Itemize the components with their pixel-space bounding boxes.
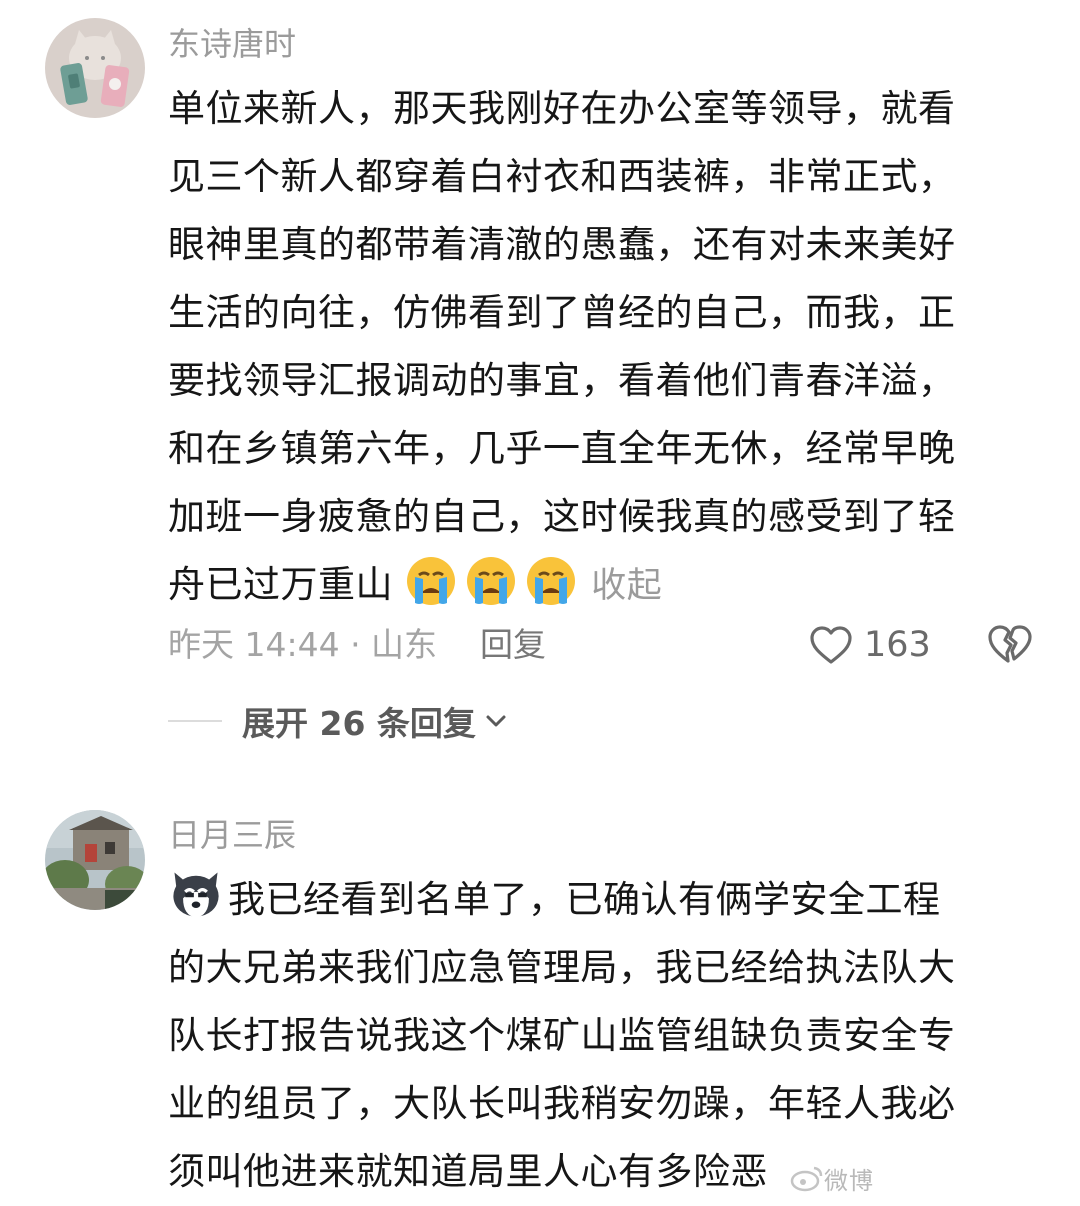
comment-text: 单位来新人，那天我刚好在办公室等领导，就看 见三个新人都穿着白衬衣和西装裤，非常… xyxy=(168,75,1038,619)
like-button[interactable]: 163 xyxy=(808,618,931,672)
username[interactable]: 日月三辰 xyxy=(168,815,296,855)
comment-line: 舟已过万重山 xyxy=(168,563,393,606)
comment-line: 要找领导汇报调动的事宜，看着他们青春洋溢， xyxy=(168,359,956,402)
comment-line: 和在乡镇第六年，几乎一直全年无休，经常早晚 xyxy=(168,427,956,470)
comment-line: 的大兄弟来我们应急管理局，我已经给执法队大 xyxy=(168,946,956,989)
comment-line: 队长打报告说我这个煤矿山监管组缺负责安全专 xyxy=(168,1014,956,1057)
comment-line: 业的组员了，大队长叫我稍安勿躁，年轻人我必 xyxy=(168,1082,956,1125)
comment-line: 我已经看到名单了，已确认有俩学安全工程 xyxy=(228,878,941,921)
comment-line: 生活的向往，仿佛看到了曾经的自己，而我，正 xyxy=(168,291,956,334)
avatar[interactable] xyxy=(45,18,145,118)
comment-meta: 昨天 14:44 · 山东 xyxy=(168,625,438,664)
comment-first-line: 我已经看到名单了，已确认有俩学安全工程 xyxy=(168,866,1038,934)
comment-line: 眼神里真的都带着清澈的愚蠢，还有对未来美好 xyxy=(168,223,956,266)
comment-line: 须叫他进来就知道局里人心有多险恶 xyxy=(168,1150,768,1193)
expand-replies-row: 展开 26 条回复 xyxy=(168,696,508,746)
divider xyxy=(168,720,222,722)
dislike-button[interactable] xyxy=(986,621,1034,669)
like-count: 163 xyxy=(864,625,931,665)
collapse-link[interactable]: 收起 xyxy=(591,566,662,606)
husky-dog-emoji-icon xyxy=(173,872,219,918)
expand-replies-label: 展开 26 条回复 xyxy=(242,704,476,743)
heart-icon xyxy=(810,626,852,664)
broken-heart-icon xyxy=(988,625,1032,663)
crying-emoji-icon xyxy=(527,557,576,605)
watermark: 微博 xyxy=(790,1160,874,1196)
avatar[interactable] xyxy=(45,810,145,910)
watermark-text: 微博 xyxy=(824,1166,874,1195)
reply-button[interactable]: 回复 xyxy=(480,620,546,670)
crying-emoji-icon xyxy=(407,557,456,605)
comment-line: 加班一身疲惫的自己，这时候我真的感受到了轻 xyxy=(168,495,956,538)
weibo-logo-icon xyxy=(790,1166,823,1192)
expand-replies-button[interactable]: 展开 26 条回复 xyxy=(242,697,508,745)
crying-emoji-icon xyxy=(467,557,516,605)
comment-line: 单位来新人，那天我刚好在办公室等领导，就看 xyxy=(168,87,956,130)
comment-text: 我已经看到名单了，已确认有俩学安全工程 的大兄弟来我们应急管理局，我已经给执法队… xyxy=(168,866,1038,1206)
comment-line: 见三个新人都穿着白衬衣和西装裤，非常正式， xyxy=(168,155,956,198)
chevron-down-icon xyxy=(486,715,506,727)
comment-last-line: 舟已过万重山 收起 xyxy=(168,551,1038,619)
username[interactable]: 东诗唐时 xyxy=(168,24,296,64)
